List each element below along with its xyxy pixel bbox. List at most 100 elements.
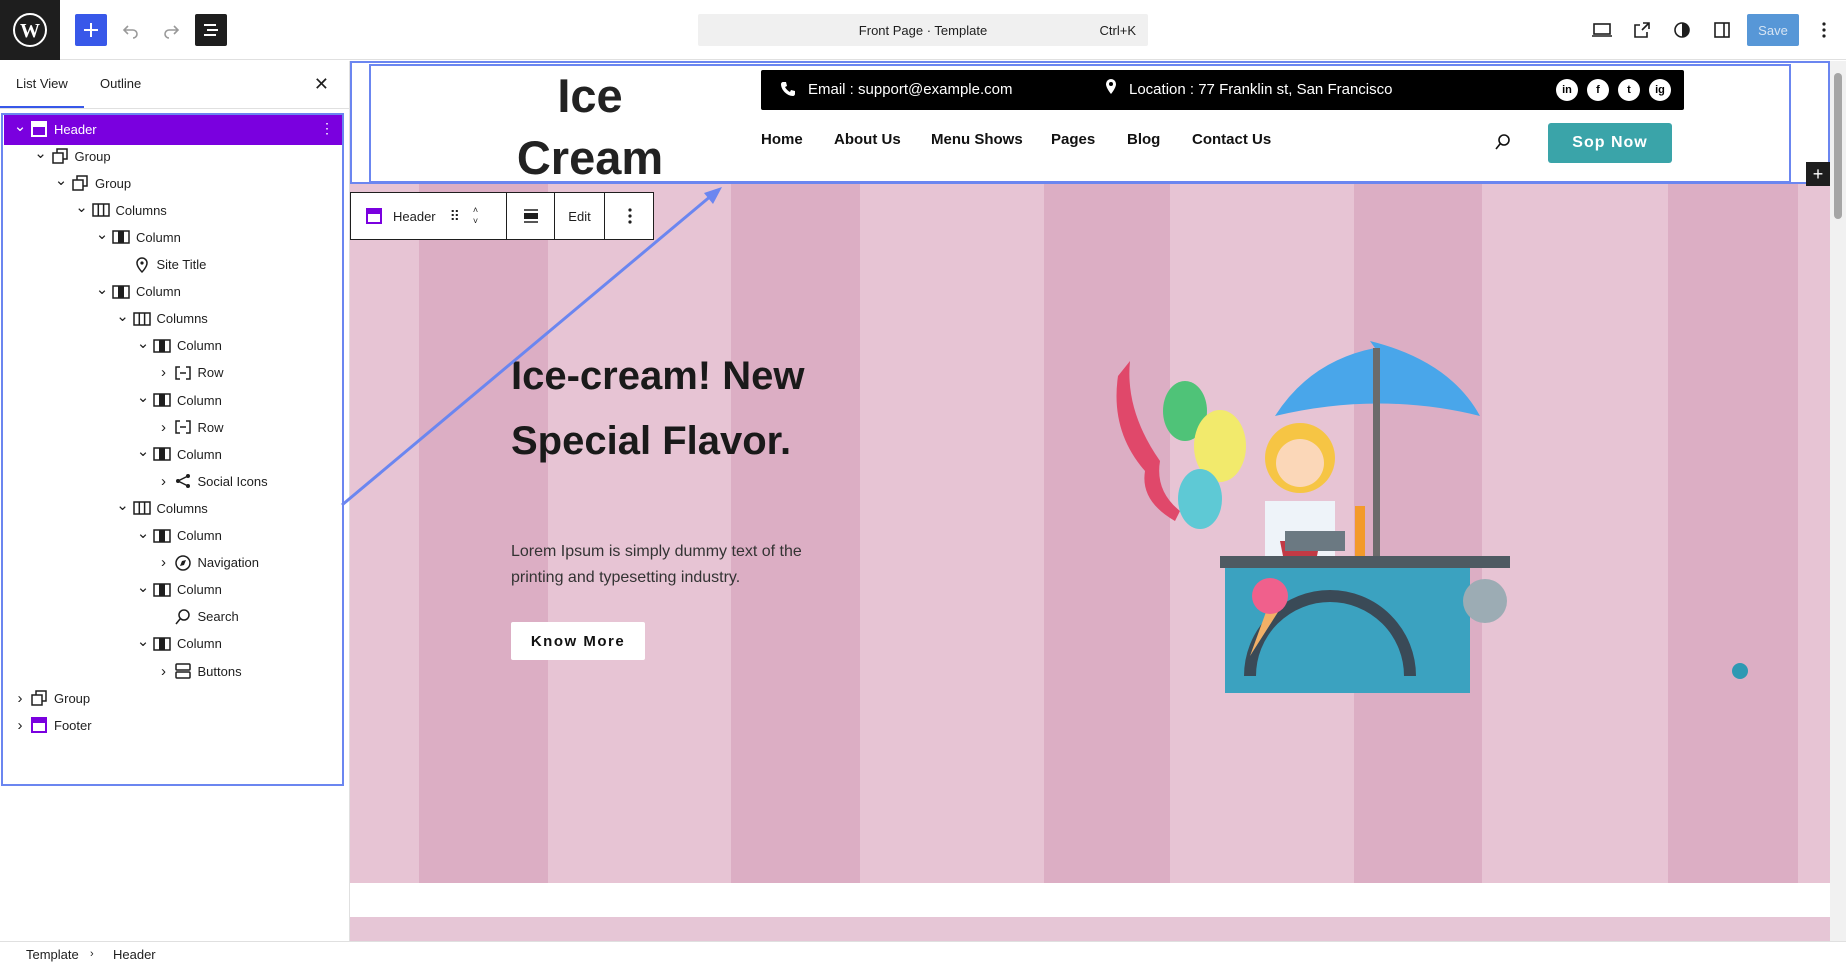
chevron-down-icon[interactable]: ⌄	[135, 578, 151, 596]
chevron-down-icon[interactable]: ⌄	[94, 280, 110, 298]
wordpress-logo-icon[interactable]: W	[0, 0, 60, 60]
block-options-button[interactable]	[605, 193, 654, 239]
column-icon	[153, 527, 171, 545]
list-view-item-footer[interactable]: › Footer	[4, 709, 342, 741]
add-block-button[interactable]	[75, 14, 107, 46]
kebab-icon	[627, 208, 632, 224]
buttons-icon	[174, 662, 192, 680]
edit-button[interactable]: Edit	[555, 193, 605, 239]
external-icon	[1634, 22, 1650, 38]
chevron-right-icon[interactable]: ›	[156, 473, 172, 490]
contrast-icon	[1674, 22, 1690, 38]
background-stripe	[1798, 183, 1830, 883]
chevron-right-icon[interactable]: ›	[12, 717, 28, 734]
sidebar-tabs: List View Outline ✕	[0, 61, 349, 109]
kebab-icon[interactable]: ⋮	[320, 120, 334, 137]
decorative-ball	[1732, 663, 1748, 679]
editor-top-bar: W Front Page · Template Ctrl+K Save	[0, 0, 1846, 60]
chevron-down-icon[interactable]: ⌄	[135, 388, 151, 406]
save-button[interactable]: Save	[1747, 14, 1799, 46]
list-view-item-label: Column	[177, 446, 222, 462]
background-stripe	[731, 183, 860, 883]
block-switcher[interactable]: Header ⠿ ˄ ˅	[351, 193, 507, 239]
close-icon[interactable]: ✕	[314, 74, 329, 95]
list-view-item-label: Column	[177, 528, 222, 543]
template-part-icon	[30, 120, 48, 138]
background-stripe	[1668, 183, 1798, 883]
list-view-item-label: Search	[197, 609, 239, 625]
chevron-down-icon[interactable]: ⌄	[115, 307, 131, 325]
list-view-item-label: Columns	[115, 202, 167, 218]
settings-sidebar-button[interactable]	[1706, 14, 1738, 46]
drag-handle-icon[interactable]: ⠿	[450, 208, 460, 225]
move-arrows-icon[interactable]: ˄ ˅	[473, 205, 478, 227]
chevron-down-icon[interactable]: ⌄	[135, 334, 151, 352]
ice-cream-cart-illustration	[1116, 341, 1510, 693]
chevron-down-icon[interactable]: ⌄	[135, 524, 151, 542]
column-icon	[153, 391, 171, 409]
list-view-item-label: Navigation	[197, 555, 259, 571]
tab-list-view[interactable]: List View	[0, 76, 84, 108]
breadcrumb-header[interactable]: Header	[113, 947, 156, 962]
hero-description[interactable]: Lorem Ipsum is simply dummy text of the …	[511, 539, 851, 591]
list-view-item-label: Footer	[54, 717, 92, 733]
group-icon	[51, 147, 69, 165]
know-more-button[interactable]: Know More	[511, 622, 645, 660]
styles-button[interactable]	[1666, 14, 1698, 46]
chevron-right-icon: ›	[90, 948, 94, 960]
document-overview-button[interactable]	[195, 14, 227, 46]
chevron-down-icon[interactable]: ⌄	[135, 632, 151, 650]
align-full-icon	[523, 209, 538, 223]
block-breadcrumb: Template › Header	[0, 941, 1846, 966]
list-view-item-label: Buttons	[197, 663, 242, 679]
list-view-item-label: Column	[136, 284, 181, 300]
row-icon	[174, 418, 192, 436]
list-view-item-label: Column	[177, 636, 222, 652]
chevron-down-icon[interactable]: ⌄	[115, 496, 131, 514]
chevron-right-icon[interactable]: ›	[156, 419, 172, 436]
background-stripe	[350, 183, 419, 883]
inserter-plus-icon[interactable]: +	[1806, 162, 1830, 186]
list-view-item-label: Header	[54, 121, 97, 137]
chevron-down-icon[interactable]: ⌄	[94, 225, 110, 243]
tab-outline[interactable]: Outline	[100, 76, 141, 91]
plus-icon	[84, 23, 98, 37]
command-palette-title: Front Page · Template	[858, 23, 988, 38]
list-view-item-label: Group	[54, 690, 91, 706]
svg-text:W: W	[20, 20, 40, 42]
options-button[interactable]	[1808, 14, 1840, 46]
chevron-down-icon[interactable]: ⌄	[53, 171, 69, 189]
chevron-right-icon[interactable]: ›	[156, 554, 172, 571]
chevron-down-icon[interactable]: ⌄	[33, 144, 49, 162]
align-button[interactable]	[507, 193, 555, 239]
chevron-down-icon[interactable]: ⌄	[135, 442, 151, 460]
chevron-right-icon[interactable]: ›	[156, 364, 172, 381]
column-icon	[153, 581, 171, 599]
template-part-icon	[30, 716, 48, 734]
redo-button[interactable]	[155, 14, 187, 46]
background-stripe	[548, 183, 731, 883]
list-view-item-label: Social Icons	[197, 473, 268, 489]
background-stripe	[860, 183, 1044, 883]
view-button[interactable]	[1586, 14, 1618, 46]
chevron-down-icon[interactable]: ⌄	[12, 117, 28, 135]
undo-button[interactable]	[115, 14, 147, 46]
hero-title[interactable]: Ice-cream! New Special Flavor.	[511, 344, 911, 474]
list-view-item-label: Column	[177, 582, 222, 598]
editor-canvas[interactable]: Ice Cream Dish Email : support@example.c…	[350, 61, 1830, 941]
list-view-item-label: Row	[197, 365, 224, 381]
chevron-down-icon[interactable]: ⌄	[74, 198, 90, 216]
list-view-item-label: Group	[74, 148, 111, 164]
list-view-item-label: Row	[197, 419, 224, 435]
list-view-item-label: Site Title	[156, 257, 207, 272]
command-palette[interactable]: Front Page · Template Ctrl+K	[698, 14, 1148, 46]
scrollbar-thumb[interactable]	[1834, 73, 1842, 219]
search-icon	[174, 608, 192, 626]
map-marker-icon	[133, 256, 151, 274]
row-icon	[174, 364, 192, 382]
breadcrumb-template[interactable]: Template	[26, 947, 79, 962]
fullscreen-button[interactable]	[1626, 14, 1658, 46]
chevron-right-icon[interactable]: ›	[12, 690, 28, 707]
chevron-right-icon[interactable]: ›	[156, 663, 172, 680]
canvas-scrollbar[interactable]	[1830, 61, 1846, 941]
